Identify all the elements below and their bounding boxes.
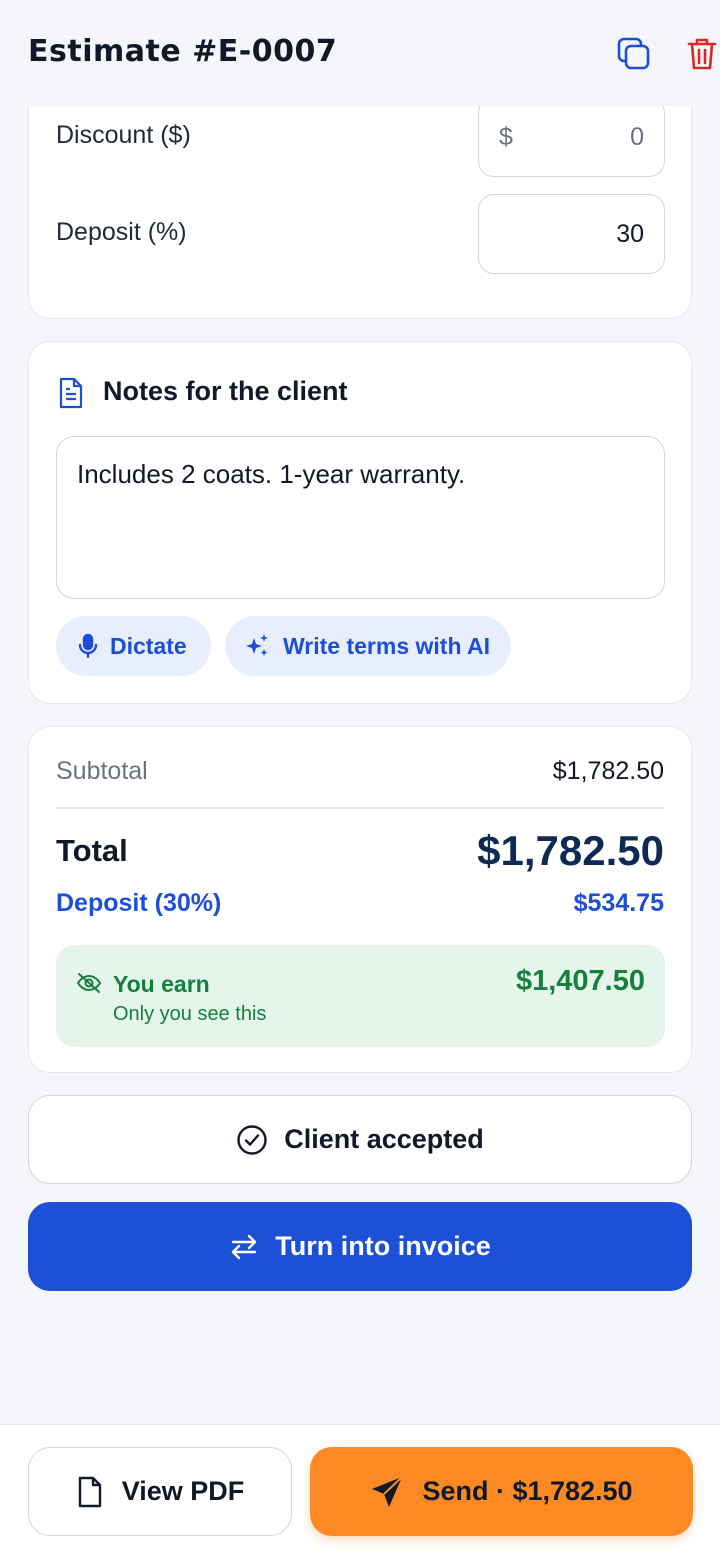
subtotal-value: $1,782.50 (552, 757, 664, 785)
send-button[interactable]: Send · $1,782.50 (310, 1447, 693, 1536)
microphone-icon (78, 634, 98, 658)
discount-input[interactable]: $ 0 (478, 97, 665, 177)
eye-off-icon (76, 972, 102, 999)
notes-textarea[interactable]: Includes 2 coats. 1-year warranty. (56, 436, 665, 599)
totals-card: Subtotal $1,782.50 Total $1,782.50 Depos… (28, 726, 692, 1073)
deposit-percent-label: Deposit (%) (56, 218, 187, 246)
deposit-percent-input[interactable]: 30 (478, 194, 665, 274)
top-header: Estimate #E-0007 (0, 0, 720, 106)
client-accepted-button[interactable]: Client accepted (28, 1095, 692, 1184)
total-value: $1,782.50 (477, 827, 664, 874)
you-earn-title: You earn (113, 971, 210, 997)
notes-title: Notes for the client (103, 376, 348, 406)
view-pdf-label: View PDF (121, 1476, 245, 1506)
discount-value: 0 (630, 122, 644, 151)
swap-arrows-icon (232, 1234, 257, 1259)
trash-icon[interactable] (682, 34, 720, 74)
copy-icon[interactable] (614, 34, 654, 74)
estimate-screen: Discount ($) $ 0 Deposit (%) 30 Estimate… (0, 0, 720, 1560)
bottom-action-bar: View PDF Send · $1,782.50 (0, 1424, 720, 1560)
write-terms-ai-button[interactable]: Write terms with AI (225, 616, 511, 676)
discount-label: Discount ($) (56, 121, 191, 149)
write-terms-ai-label: Write terms with AI (283, 632, 491, 659)
document-icon (57, 376, 85, 415)
file-icon (78, 1476, 101, 1507)
totals-divider (56, 807, 665, 809)
you-earn-subtitle: Only you see this (113, 1003, 267, 1025)
you-earn-panel: You earn Only you see this $1,407.50 (56, 945, 665, 1047)
deposit-value: $534.75 (573, 889, 664, 917)
view-pdf-button[interactable]: View PDF (28, 1447, 292, 1536)
deposit-percent-value: 30 (616, 219, 644, 248)
send-icon (372, 1475, 404, 1507)
deposit-label: Deposit (30%) (56, 889, 222, 917)
client-accepted-label: Client accepted (284, 1124, 484, 1154)
you-earn-value: $1,407.50 (515, 965, 645, 997)
dictate-button[interactable]: Dictate (56, 616, 211, 676)
dictate-label: Dictate (110, 632, 187, 659)
turn-into-invoice-button[interactable]: Turn into invoice (28, 1202, 692, 1291)
page-title: Estimate #E-0007 (28, 34, 338, 69)
send-label: Send · $1,782.50 (422, 1476, 633, 1506)
check-circle-icon (237, 1124, 267, 1155)
notes-card: Notes for the client Includes 2 coats. 1… (28, 341, 692, 704)
total-label: Total (56, 833, 128, 868)
discount-currency-prefix: $ (499, 122, 513, 151)
sparkles-icon (246, 634, 268, 656)
subtotal-label: Subtotal (56, 757, 148, 785)
turn-into-invoice-label: Turn into invoice (275, 1231, 491, 1261)
